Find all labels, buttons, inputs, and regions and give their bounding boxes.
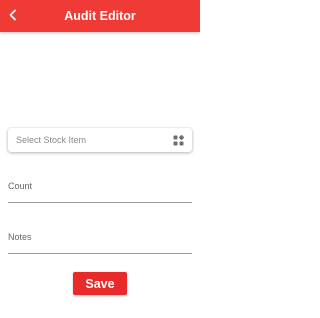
count-field: Count [8, 178, 192, 203]
select-stock-item-dropdown[interactable]: Select Stock Item [8, 128, 192, 152]
scan-grid-icon[interactable] [173, 135, 184, 146]
audit-editor-screen: Audit Editor Select Stock Item Count Not… [0, 0, 200, 318]
count-input[interactable] [8, 178, 192, 202]
notes-field: Notes [8, 229, 192, 254]
select-stock-item-placeholder: Select Stock Item [16, 135, 87, 145]
notes-input[interactable] [8, 229, 192, 253]
app-bar: Audit Editor [0, 0, 200, 32]
page-title: Audit Editor [64, 9, 136, 23]
save-button[interactable]: Save [73, 272, 127, 295]
